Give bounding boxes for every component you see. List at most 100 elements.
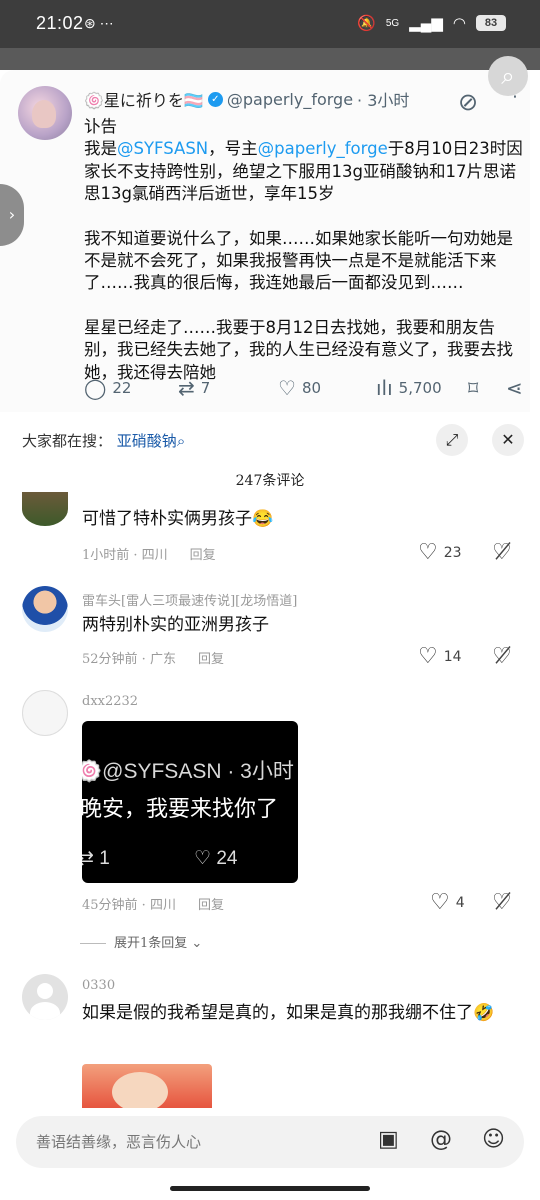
dim-overlay <box>0 48 540 70</box>
comment-like-button[interactable]: ♡ 23 <box>418 540 462 565</box>
clock: 21:02 <box>36 13 84 33</box>
comment-sticker[interactable] <box>82 1064 212 1108</box>
avatar[interactable] <box>22 492 68 526</box>
tweet-text: 我是 <box>84 139 117 159</box>
expand-icon[interactable]: ⤢ <box>436 424 468 456</box>
tweet-header: 🍥星に祈りを🏳️‍⚧️ ✓ @paperly_forge · 3小时 <box>84 87 409 111</box>
status-left-icons: ⊛ ⋯ <box>84 15 114 31</box>
comment-input[interactable]: 善语结善缘，恶言伤人心 ▣ @ ☺ <box>16 1116 524 1168</box>
reply-count: 22 <box>112 379 132 397</box>
reply-button[interactable]: ◯ 22 <box>84 376 178 400</box>
tweet-line-1: 讣告 <box>84 117 117 136</box>
avatar-head <box>37 983 53 999</box>
dislike-icon[interactable]: ♡̸ <box>492 540 512 565</box>
reply-link[interactable]: 回复 <box>190 548 216 563</box>
image-icon[interactable]: ▣ <box>378 1127 399 1152</box>
comment-time: 52分钟前 · 广东 <box>82 652 176 667</box>
comment-image[interactable]: 🍥@SYFSASN · 3小时 晚安，我要来找你了 ⇄ 1 ♡ 24 <box>82 721 298 883</box>
heart-icon: ♡ <box>430 890 450 915</box>
tweet-display-name[interactable]: 🍥星に祈りを🏳️‍⚧️ <box>84 87 204 111</box>
mute-icon: 🔕 <box>357 15 376 32</box>
embed-like-count: 24 <box>216 848 238 869</box>
emoji-icon[interactable]: ☺ <box>482 1127 505 1152</box>
reply-link[interactable]: 回复 <box>198 652 224 667</box>
views-count: 5,700 <box>398 379 442 397</box>
dislike-icon[interactable]: ♡̸ <box>492 890 512 915</box>
embed-retweet-count: 1 <box>99 848 110 869</box>
comment-like-count: 14 <box>443 648 462 665</box>
trending-search[interactable]: 大家都在搜： 亚硝酸钠⌕ <box>22 430 185 451</box>
embed-retweets: ⇄ 1 <box>82 847 110 870</box>
comment-like-count: 23 <box>443 544 462 561</box>
embed-text: 晚安，我要来找你了 <box>82 796 279 821</box>
dislike-icon[interactable]: ♡̸ <box>492 644 512 669</box>
embed-header: 🍥@SYFSASN · 3小时 <box>82 760 294 783</box>
comment-like-button[interactable]: ♡ 4 <box>430 890 465 915</box>
tweet-paragraph-2: 我不知道要说什么了，如果……如果她家长能听一句劝她是不是就不会死了，如果我报警再… <box>84 228 513 293</box>
status-bar: 21:02 ⊛ ⋯ 🔕 5G ▂▄▆ ◠ 83 <box>0 0 540 48</box>
retweet-icon: ⇄ <box>82 848 94 869</box>
tweet-paragraph-3: 星星已经走了……我要于8月12日去找她，我要和朋友告别，我已经失去她了，我的人生… <box>84 317 513 382</box>
trending-label: 大家都在搜： <box>22 432 113 450</box>
at-icon[interactable]: @ <box>430 1127 452 1152</box>
share-button[interactable]: ⋖ <box>506 376 523 400</box>
mention-link[interactable]: @SYFSASN <box>117 139 208 158</box>
divider <box>80 943 106 944</box>
reply-icon: ◯ <box>84 376 107 400</box>
comment-count: 247条评论 <box>235 473 305 489</box>
grok-icon[interactable]: ⊘ <box>458 88 478 116</box>
avatar-body <box>30 1002 60 1020</box>
tweet-paragraph-1: 我是@SYFSASN，号主@paperly_forge于8月10日23时因家长不… <box>84 138 524 205</box>
reply-link[interactable]: 回复 <box>198 898 224 913</box>
like-count: 80 <box>301 379 322 397</box>
comment-text: 如果是假的我希望是真的，如果是真的那我绷不住了🤣 <box>82 1003 495 1023</box>
home-indicator <box>170 1186 370 1191</box>
comment-input-placeholder: 善语结善缘，恶言伤人心 <box>36 1133 202 1151</box>
network-label: 5G <box>385 17 400 29</box>
comment-like-count: 4 <box>455 894 465 911</box>
trending-keyword[interactable]: 亚硝酸钠 <box>117 432 177 450</box>
comment-meta: 52分钟前 · 广东 回复 <box>82 648 224 667</box>
search-icon: ⌕ <box>176 432 186 450</box>
retweet-count: 7 <box>200 379 211 397</box>
tweet-handle[interactable]: @paperly_forge <box>227 90 353 109</box>
heart-icon: ♡ <box>418 644 438 669</box>
heart-icon: ♡ <box>418 540 438 565</box>
comment-time: 45分钟前 · 四川 <box>82 898 176 913</box>
tweet-avatar[interactable] <box>18 86 72 140</box>
search-icon[interactable]: ⌕ <box>488 56 528 96</box>
avatar[interactable] <box>22 690 68 736</box>
comment-username[interactable]: dxx2232 <box>82 694 138 709</box>
signal-icon: ▂▄▆ <box>409 15 443 32</box>
share-icon: ⋖ <box>506 376 523 400</box>
comment-username[interactable]: 0330 <box>82 978 115 993</box>
avatar[interactable] <box>22 974 68 1020</box>
like-button[interactable]: ♡ 80 <box>278 376 376 400</box>
avatar[interactable] <box>22 586 68 632</box>
bookmark-button[interactable]: ⌑ <box>468 376 506 400</box>
battery-indicator: 83 <box>476 15 506 31</box>
comment-text: 两特别朴实的亚洲男孩子 <box>82 615 269 635</box>
close-icon[interactable]: ✕ <box>492 424 524 456</box>
views-icon: ılı <box>376 376 393 400</box>
comment-meta: 45分钟前 · 四川 回复 <box>82 894 224 913</box>
tweet-time: · 3小时 <box>357 91 410 110</box>
comment-time: 1小时前 · 四川 <box>82 548 168 563</box>
views-button[interactable]: ılı 5,700 <box>376 376 468 400</box>
comment-username[interactable]: 雷车头[雷人三项最速传说][龙场悟道] <box>82 590 297 609</box>
expand-replies-label: 展开1条回复 <box>114 936 188 951</box>
bookmark-icon: ⌑ <box>468 376 479 400</box>
expand-replies-button[interactable]: 展开1条回复 ⌄ <box>80 932 202 951</box>
like-icon: ♡ <box>278 376 296 400</box>
tweet-body: 讣告 我是@SYFSASN，号主@paperly_forge于8月10日23时因… <box>84 116 524 406</box>
retweet-icon: ⇄ <box>178 376 195 400</box>
mention-link[interactable]: @paperly_forge <box>258 139 388 158</box>
comment-meta: 1小时前 · 四川 回复 <box>82 544 216 563</box>
tweet-text: ，号主 <box>208 139 258 159</box>
tweet-card: 🍥星に祈りを🏳️‍⚧️ ✓ @paperly_forge · 3小时 ⊘ ⋮ 讣… <box>0 70 530 412</box>
comment-text: 可惜了特朴实俩男孩子😂 <box>82 509 274 529</box>
verified-badge-icon: ✓ <box>207 91 223 107</box>
comment-like-button[interactable]: ♡ 14 <box>418 644 462 669</box>
retweet-button[interactable]: ⇄ 7 <box>178 376 278 400</box>
wifi-icon: ◠ <box>452 15 466 32</box>
